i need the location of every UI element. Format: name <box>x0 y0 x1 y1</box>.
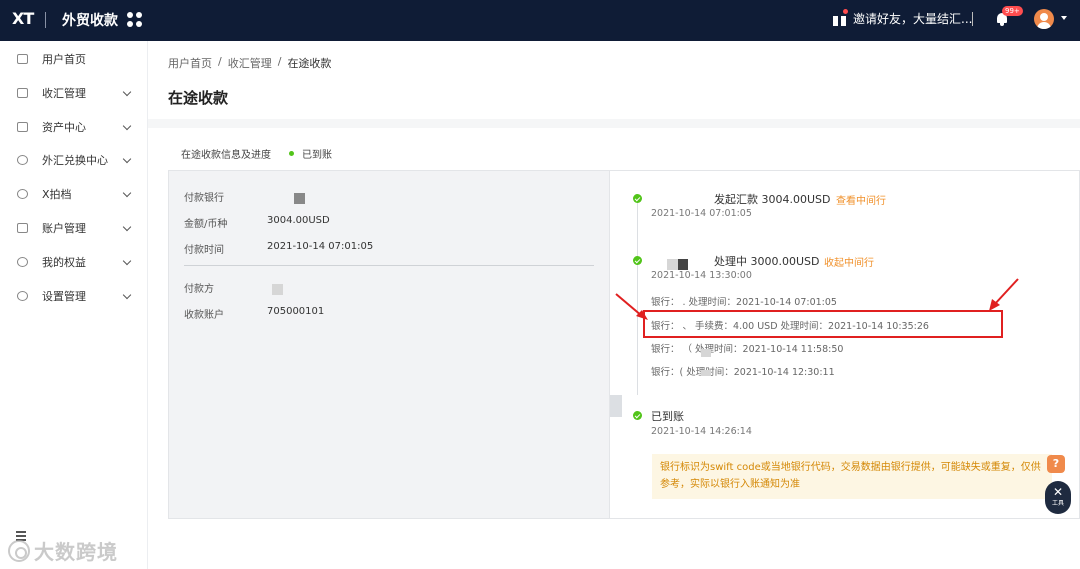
sidebar-item-label: 设置管理 <box>42 290 86 303</box>
detail-card: 在途收款信息及进度 已到账 付款银行 金额/币种 3004.00USD 付款时间… <box>148 128 1080 569</box>
timeline-step-time: 2021-10-14 13:30:00 <box>651 270 752 281</box>
chevron-down-icon <box>122 121 132 131</box>
chevron-down-icon <box>122 154 132 164</box>
highlight-box <box>643 310 1003 338</box>
user-icon <box>17 257 28 267</box>
sidebar-item-label: 用户首页 <box>42 53 86 66</box>
app-title: 外贸收款 <box>62 13 118 29</box>
dashboard-icon <box>17 54 28 64</box>
time-label: 付款时间 <box>184 245 224 256</box>
app-grid-icon[interactable] <box>127 12 143 28</box>
time-value: 2021-10-14 07:01:05 <box>267 241 374 252</box>
chevron-down-icon <box>122 188 132 198</box>
chevron-down-icon <box>122 222 132 232</box>
notification-badge: 99+ <box>1002 6 1023 16</box>
sidebar-item-partner[interactable]: X拍档 <box>0 177 148 211</box>
breadcrumb-separator: / <box>277 55 282 68</box>
sidebar-item-exchange[interactable]: 外汇兑换中心 <box>0 143 148 177</box>
breadcrumb-home[interactable]: 用户首页 <box>168 55 212 71</box>
status-badge: 已到账 <box>302 150 332 161</box>
bank-redacted <box>701 370 711 376</box>
tools-icon: ✕ <box>1052 485 1064 499</box>
intermediary-row: 银行：( 处理时间：2021-10-14 12:30:11 <box>651 367 835 378</box>
chevron-down-icon[interactable] <box>1061 16 1067 20</box>
avatar[interactable] <box>1034 9 1054 29</box>
amount-value: 3004.00USD <box>267 215 330 226</box>
sidebar: 用户首页 收汇管理 资产中心 外汇兑换中心 X拍档 账户管理 我的权益 设置管理 <box>0 41 148 569</box>
invite-text: 邀请好友，大量结汇... <box>853 12 973 26</box>
bank-redacted <box>678 259 688 270</box>
bank-label: 付款银行 <box>184 193 224 204</box>
section-header: 在途收款信息及进度 已到账 <box>181 146 332 161</box>
exchange-icon <box>17 155 28 165</box>
annotation-arrow-right <box>989 278 1019 311</box>
account-value: 705000101 <box>267 306 325 317</box>
amount-label: 金额/币种 <box>184 219 228 230</box>
account-icon <box>17 223 28 233</box>
chevron-down-icon <box>122 87 132 97</box>
timeline-step-time: 2021-10-14 14:26:14 <box>651 426 752 437</box>
collapse-intermediary-link[interactable]: 收起中间行 <box>824 254 874 269</box>
page-title: 在途收款 <box>168 89 229 107</box>
timeline-step-title: 处理中 3000.00USD <box>714 255 820 268</box>
watermark-text: 大数跨境 <box>34 540 118 564</box>
tools-label: 工具 <box>1051 500 1064 507</box>
divider <box>184 265 594 266</box>
status-dot-icon <box>289 151 294 156</box>
sidebar-item-home[interactable]: 用户首页 <box>0 42 148 76</box>
payment-info-pane: 付款银行 金额/币种 3004.00USD 付款时间 2021-10-14 07… <box>169 171 610 518</box>
intermediary-row: 银行： . 处理时间：2021-10-14 07:01:05 <box>651 297 837 308</box>
tools-button[interactable]: ✕ 工具 <box>1045 481 1071 514</box>
breadcrumb: 用户首页 / 收汇管理 / 在途收款 <box>168 55 331 71</box>
account-label: 收款账户 <box>184 310 224 321</box>
breadcrumb-current: 在途收款 <box>287 57 332 70</box>
partner-icon <box>17 189 28 199</box>
breadcrumb-separator: / <box>218 55 222 68</box>
breadcrumb-receive[interactable]: 收汇管理 <box>228 55 272 71</box>
view-intermediary-link[interactable]: 查看中间行 <box>836 192 886 207</box>
sidebar-item-label: 账户管理 <box>42 222 86 235</box>
bank-redacted <box>667 259 678 270</box>
sidebar-item-receive[interactable]: 收汇管理 <box>0 76 148 110</box>
sidebar-item-account[interactable]: 账户管理 <box>0 211 148 245</box>
wallet-icon <box>17 122 28 132</box>
chevron-down-icon <box>122 256 132 266</box>
chevron-down-icon <box>122 290 132 300</box>
sidebar-item-label: 我的权益 <box>42 256 86 269</box>
page-header: 用户首页 / 收汇管理 / 在途收款 在途收款 <box>148 41 1080 119</box>
sidebar-item-label: 收汇管理 <box>42 87 86 100</box>
timeline-step-title: 发起汇款 3004.00USD <box>714 193 831 206</box>
gift-icon <box>832 9 848 26</box>
logo-divider <box>45 12 46 28</box>
check-icon <box>633 194 642 203</box>
watermark-logo-icon <box>8 539 30 562</box>
sidebar-item-label: X拍档 <box>42 188 72 201</box>
invite-link[interactable]: 邀请好友，大量结汇... <box>832 9 973 27</box>
watermark: 大数跨境 <box>8 536 118 565</box>
sidebar-item-label: 外汇兑换中心 <box>42 154 108 167</box>
section-title: 在途收款信息及进度 <box>181 150 271 161</box>
payer-redacted <box>272 284 283 295</box>
check-icon <box>633 256 642 265</box>
bank-logo-redacted <box>294 193 305 204</box>
top-divider <box>972 12 973 26</box>
timeline-step-title: 已到账 <box>651 410 684 423</box>
check-icon <box>633 411 642 420</box>
settings-icon <box>17 291 28 301</box>
sidebar-item-rights[interactable]: 我的权益 <box>0 245 148 279</box>
xt-logo[interactable]: XT <box>12 9 34 28</box>
sidebar-item-assets[interactable]: 资产中心 <box>0 110 148 144</box>
sidebar-item-label: 资产中心 <box>42 121 86 134</box>
bank-redacted <box>701 349 711 357</box>
notice-banner: 银行标识为swift code或当地银行代码，交易数据由银行提供，可能缺失或重复… <box>652 454 1052 499</box>
annotation-arrow-left <box>615 293 648 320</box>
payer-label: 付款方 <box>184 284 214 295</box>
receive-icon <box>17 88 28 98</box>
intermediary-row: 银行： （ 处理时间：2021-10-14 11:58:50 <box>651 344 844 355</box>
sidebar-item-settings[interactable]: 设置管理 <box>0 279 148 313</box>
help-button[interactable]: ? <box>1047 455 1065 473</box>
timeline-step-time: 2021-10-14 07:01:05 <box>651 208 752 219</box>
top-bar: XT 外贸收款 邀请好友，大量结汇... 99+ <box>0 0 1080 41</box>
